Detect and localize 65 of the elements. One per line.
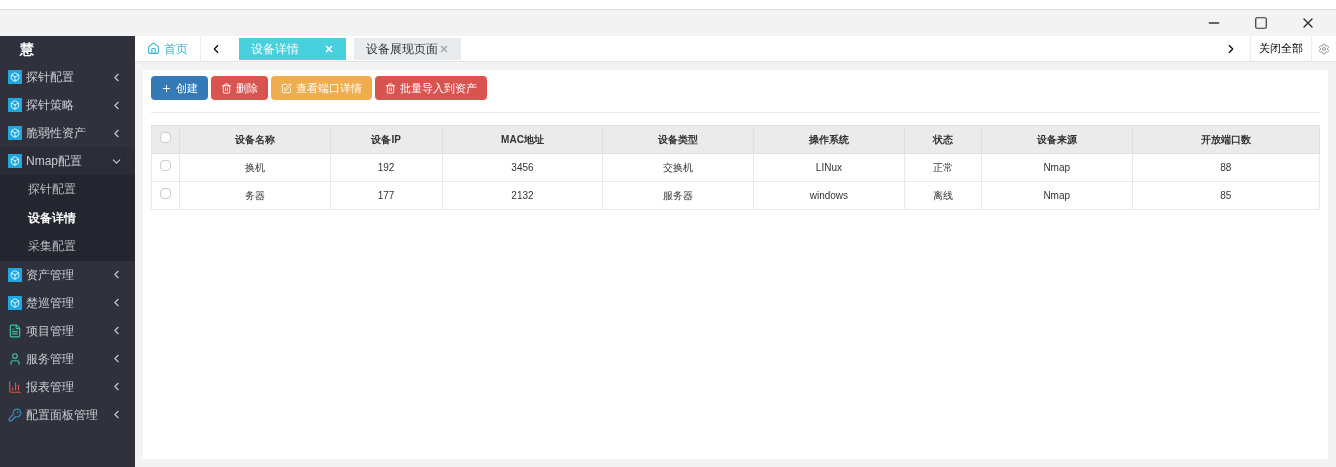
- table-cell: Nmap: [981, 153, 1133, 182]
- table-cell: LINux: [753, 153, 905, 182]
- sidebar-item[interactable]: 项目管理: [0, 316, 135, 345]
- toolbar-button[interactable]: 创建: [151, 76, 208, 100]
- sidebar-item[interactable]: 楚巡管理: [0, 288, 135, 317]
- table-cell: 换机: [179, 153, 331, 182]
- table-cell: 85: [1132, 181, 1320, 210]
- column-header[interactable]: 操作系统: [753, 125, 905, 154]
- column-header[interactable]: 状态: [904, 125, 982, 154]
- cube-icon: [8, 295, 22, 310]
- cube-icon: [8, 126, 22, 140]
- cube-icon: [8, 267, 22, 282]
- column-header[interactable]: 设备IP: [330, 125, 443, 154]
- page-tab[interactable]: 设备展现页面: [354, 37, 461, 60]
- table-cell: 服务器: [602, 181, 754, 210]
- column-header[interactable]: 设备来源: [981, 125, 1133, 154]
- submenu-item[interactable]: 采集配置: [0, 232, 135, 261]
- row-checkbox[interactable]: [160, 160, 171, 171]
- cube-icon: [8, 154, 22, 168]
- plus-icon: [161, 82, 172, 94]
- submenu-item[interactable]: 设备详情: [0, 203, 135, 232]
- sidebar-item[interactable]: 探针配置: [0, 63, 135, 91]
- table-cell: 88: [1132, 153, 1320, 182]
- table-cell: windows: [753, 181, 905, 210]
- row-checkbox[interactable]: [160, 188, 171, 199]
- sidebar-item[interactable]: 资产管理: [0, 260, 135, 289]
- tab-close-icon[interactable]: [324, 43, 334, 54]
- table-cell: 2132: [442, 181, 603, 210]
- select-all-checkbox[interactable]: [160, 132, 171, 143]
- maximize-icon[interactable]: [1254, 16, 1268, 30]
- sidebar-item[interactable]: 探针策略: [0, 91, 135, 119]
- document-icon: [8, 323, 22, 338]
- table-cell: 3456: [442, 153, 603, 182]
- home-icon: [147, 42, 160, 55]
- column-header[interactable]: 设备类型: [602, 125, 754, 154]
- toolbar-button[interactable]: 批量导入到资产: [375, 76, 487, 100]
- sidebar-item[interactable]: 报表管理: [0, 372, 135, 401]
- trash-icon: [221, 82, 232, 94]
- table-cell: 正常: [904, 153, 982, 182]
- sidebar-item[interactable]: 服务管理: [0, 344, 135, 373]
- settings-icon[interactable]: [1318, 42, 1330, 55]
- table-cell: 离线: [904, 181, 982, 210]
- submenu-item[interactable]: 探针配置: [0, 175, 135, 204]
- sidebar-item[interactable]: 脆弱性资产: [0, 119, 135, 147]
- close-all-button[interactable]: 关闭全部: [1251, 36, 1312, 61]
- bar-chart-icon: [8, 379, 22, 394]
- column-header[interactable]: MAC地址: [442, 125, 603, 154]
- column-header[interactable]: 开放端口数: [1132, 125, 1320, 154]
- table-cell: 务器: [179, 181, 331, 210]
- edit-icon: [281, 82, 292, 94]
- cube-icon: [8, 70, 22, 84]
- column-header[interactable]: 设备名称: [179, 125, 331, 154]
- table-cell: 192: [330, 153, 443, 182]
- user-icon: [8, 351, 22, 366]
- cube-icon: [8, 98, 22, 112]
- brand-title: 慧: [20, 40, 34, 59]
- tab-close-icon[interactable]: [439, 43, 449, 54]
- sidebar-item[interactable]: Nmap配置: [0, 147, 135, 175]
- sidebar-item[interactable]: 配置面板管理: [0, 400, 135, 429]
- key-icon: [8, 407, 22, 422]
- toolbar-button[interactable]: 删除: [211, 76, 268, 100]
- trash-icon: [385, 82, 396, 94]
- table-cell: 177: [330, 181, 443, 210]
- table-cell: Nmap: [981, 181, 1133, 210]
- table-cell: 交换机: [602, 153, 754, 182]
